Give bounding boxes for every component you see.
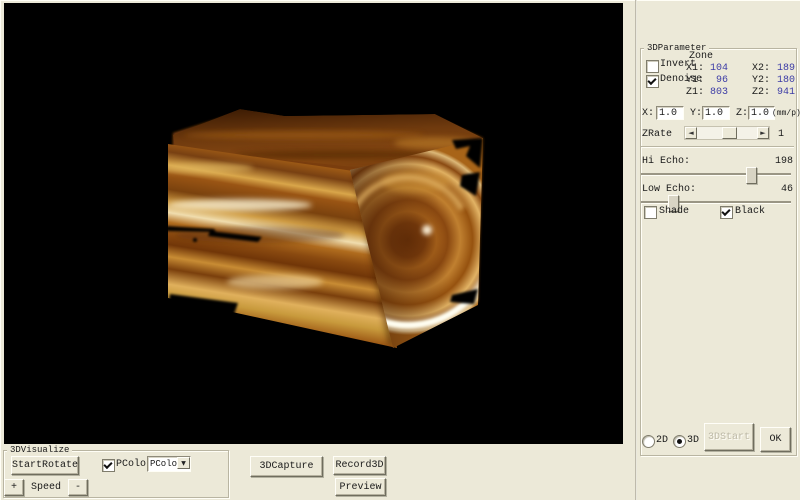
zone-x2-label: X2: xyxy=(752,63,770,75)
combo-dropdown-button[interactable]: ▼ xyxy=(177,457,190,469)
zone-z1-value: 803 xyxy=(703,87,728,99)
zone-x1-value: 104 xyxy=(703,63,728,75)
separator xyxy=(641,146,794,148)
hi-echo-value: 198 xyxy=(755,156,793,168)
denoise-checkbox[interactable] xyxy=(646,75,659,88)
black-checkbox[interactable] xyxy=(720,206,733,219)
scroll-left-icon: ◄ xyxy=(688,129,693,137)
scroll-left-button[interactable]: ◄ xyxy=(685,127,697,139)
start-rotate-button[interactable]: StartRotate xyxy=(11,456,79,475)
hi-echo-label: Hi Echo: xyxy=(642,156,690,168)
mode-3d-label: 3D xyxy=(687,435,699,447)
unit-label: (mm/p) xyxy=(772,108,800,120)
panel-divider xyxy=(635,0,637,500)
pcolor-combobox[interactable]: PColor ▼ xyxy=(147,456,191,472)
capture-3d-button[interactable]: 3DCapture xyxy=(250,456,323,477)
application-window: 3DParameter Invert Denoise Zone X1: 104 … xyxy=(0,0,800,500)
zrate-value: 1 xyxy=(778,129,784,141)
zone-x1-label: X1: xyxy=(686,63,704,75)
viewport[interactable] xyxy=(4,3,623,444)
speed-plus-button[interactable]: + xyxy=(4,479,24,496)
zrate-track[interactable] xyxy=(697,127,757,139)
record-3d-button[interactable]: Record3D xyxy=(333,456,386,475)
invert-checkbox[interactable] xyxy=(646,60,659,73)
zone-z2-label: Z2: xyxy=(752,87,770,99)
volume-render-3d xyxy=(4,3,623,444)
shade-checkbox[interactable] xyxy=(644,206,657,219)
zrate-thumb[interactable] xyxy=(722,127,737,139)
zone-z1-label: Z1: xyxy=(686,87,704,99)
zone-y2-value: 180 xyxy=(770,75,795,87)
zone-label: Zone xyxy=(689,51,713,63)
scroll-right-button[interactable]: ► xyxy=(757,127,769,139)
black-label: Black xyxy=(735,206,765,218)
zrate-label: ZRate xyxy=(642,129,672,141)
zone-z2-value: 941 xyxy=(770,87,795,99)
zrate-scrollbar[interactable]: ◄ ► xyxy=(684,126,770,140)
speed-label: Speed xyxy=(31,482,61,494)
z-scale-input[interactable] xyxy=(748,106,775,120)
mode-2d-radio[interactable] xyxy=(642,435,655,448)
zone-y1-value: 96 xyxy=(703,75,728,87)
shade-label: Shade xyxy=(659,206,689,218)
speed-minus-button[interactable]: - xyxy=(68,479,88,496)
x-scale-label: X: xyxy=(642,108,654,120)
ok-button[interactable]: OK xyxy=(760,427,791,452)
zone-x2-value: 189 xyxy=(770,63,795,75)
hi-echo-slider[interactable] xyxy=(641,173,791,176)
low-echo-slider[interactable] xyxy=(641,201,791,204)
z-scale-label: Z: xyxy=(736,108,748,120)
zone-y1-label: Y1: xyxy=(686,75,704,87)
x-scale-input[interactable] xyxy=(656,106,684,120)
hi-echo-thumb[interactable] xyxy=(746,167,757,184)
scroll-right-icon: ► xyxy=(760,129,765,137)
start-3d-button[interactable]: 3DStart xyxy=(704,423,754,451)
zone-y2-label: Y2: xyxy=(752,75,770,87)
pcolor-checkbox[interactable] xyxy=(102,459,115,472)
y-scale-input[interactable] xyxy=(702,106,730,120)
dropdown-arrow-icon: ▼ xyxy=(181,460,186,467)
mode-3d-radio[interactable] xyxy=(673,435,686,448)
mode-2d-label: 2D xyxy=(656,435,668,447)
y-scale-label: Y: xyxy=(690,108,702,120)
low-echo-value: 46 xyxy=(755,184,793,196)
preview-button[interactable]: Preview xyxy=(335,478,386,496)
